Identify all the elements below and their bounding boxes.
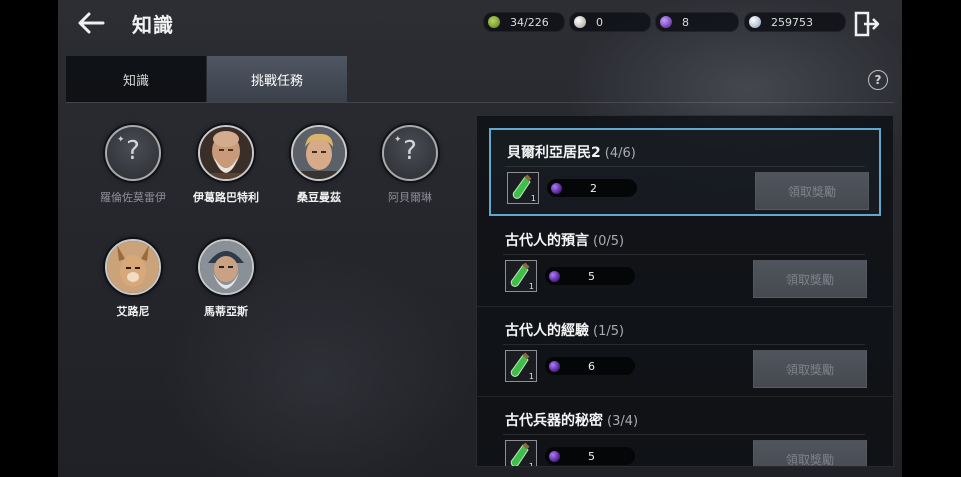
quest-progress: (1/5) [593,324,625,339]
resource-purple-orb: 8 [655,12,739,32]
quest-title: 古代兵器的秘密 (3/4) [505,410,638,430]
exit-button[interactable] [853,10,881,38]
unknown-portrait: ✦ ? [382,125,438,181]
claim-reward-button[interactable]: 領取獎勵 [753,260,867,298]
arrow-left-icon [78,12,105,34]
character-name: 阿貝爾琳 [388,191,432,204]
reward-value: 6 [588,359,595,373]
item-count: 1 [528,282,534,291]
character-slot[interactable]: 艾路尼 [83,239,183,319]
reward-item-slot[interactable]: 1 [505,350,537,382]
exit-door-icon [854,11,880,37]
item-count: 1 [528,372,534,381]
quest-item[interactable]: 古代人的預言 (0/5) 1 5 領取獎勵 [489,218,879,306]
quest-title: 古代人的預言 (0/5) [505,230,624,250]
resource-pearl: 0 [569,12,651,32]
old-wizard-portrait [198,239,254,295]
game-screen: 知識 34/226 0 8 259753 知識 挑戰任務 ? ✦ ? 羅倫佐莫雷… [58,0,902,477]
reward-amount: 2 [547,179,637,197]
purple-orb-icon [660,16,672,28]
quest-divider [477,396,893,397]
reward-item-slot[interactable]: 1 [505,440,537,467]
unknown-portrait: ✦ ? [105,125,161,181]
quest-progress: (0/5) [593,234,625,249]
back-button[interactable] [76,8,106,38]
resource-leaf-token: 34/226 [483,12,565,32]
claim-reward-button[interactable]: 領取獎勵 [753,350,867,388]
character-slot[interactable]: ✦ ? 阿貝爾琳 [360,125,460,205]
divider [503,254,865,255]
quest-title-text: 古代人的預言 [505,233,589,249]
purple-orb-icon [551,182,562,194]
claim-reward-button[interactable]: 領取獎勵 [755,172,869,210]
tab-challenge-quests[interactable]: 挑戰任務 [207,56,347,102]
item-count: 1 [530,194,536,203]
divider [503,434,865,435]
reward-item-slot[interactable]: 1 [507,172,539,204]
tab-divider [66,102,894,103]
quest-title: 貝爾利亞居民2 (4/6) [507,142,636,162]
reward-value: 2 [590,181,597,195]
purple-orb-icon [549,270,560,282]
question-mark-icon: ? [126,136,140,166]
character-name: 伊葛路巴特利 [193,191,259,204]
bald-old-man-portrait [198,125,254,181]
reward-value: 5 [588,269,595,283]
quest-item[interactable]: 古代兵器的秘密 (3/4) 1 5 領取獎勵 [489,398,879,467]
quest-title-text: 古代人的經驗 [505,323,589,339]
resource-value: 0 [596,15,603,29]
quest-item[interactable]: 古代人的經驗 (1/5) 1 6 領取獎勵 [489,308,879,396]
quest-title-text: 貝爾利亞居民2 [507,145,601,161]
purple-orb-icon [549,450,560,462]
resource-value: 34/226 [510,15,549,29]
reward-value: 5 [588,449,595,463]
quest-title-text: 古代兵器的秘密 [505,413,603,429]
character-slot[interactable]: 馬蒂亞斯 [176,239,276,319]
character-slot[interactable]: 桑豆曼茲 [269,125,369,205]
divider [505,166,865,167]
question-mark-icon: ? [403,136,417,166]
quest-progress: (4/6) [604,146,636,161]
blond-man-portrait [291,125,347,181]
claim-reward-button[interactable]: 領取獎勵 [753,440,867,466]
resource-silver-coin: 259753 [744,12,846,32]
quest-item[interactable]: 貝爾利亞居民2 (4/6) 1 2 領取獎勵 [489,128,881,216]
divider [503,344,865,345]
character-name: 桑豆曼茲 [297,191,341,204]
character-name: 馬蒂亞斯 [204,305,248,318]
character-slot[interactable]: ✦ ? 羅倫佐莫雷伊 [83,125,183,205]
quest-list-panel[interactable]: 貝爾利亞居民2 (4/6) 1 2 領取獎勵 古代人的預言 (0/5) 1 5 … [476,115,894,467]
character-name: 羅倫佐莫雷伊 [100,191,166,204]
quest-divider [477,306,893,307]
reward-item-slot[interactable]: 1 [505,260,537,292]
character-slot[interactable]: 伊葛路巴特利 [176,125,276,205]
item-count: 1 [528,462,534,467]
resource-value: 8 [682,15,689,29]
purple-orb-icon [549,360,560,372]
quest-title: 古代人的經驗 (1/5) [505,320,624,340]
pearl-icon [574,16,586,28]
reward-amount: 5 [545,447,635,465]
silver-coin-icon [749,16,761,28]
reward-amount: 6 [545,357,635,375]
character-name: 艾路尼 [116,305,150,318]
help-button[interactable]: ? [868,70,888,90]
quest-progress: (3/4) [607,414,639,429]
reward-amount: 5 [545,267,635,285]
resource-value: 259753 [771,15,813,29]
page-title: 知識 [132,13,174,37]
beastkin-portrait [105,239,161,295]
tab-knowledge[interactable]: 知識 [66,56,206,102]
leaf-token-icon [488,16,500,28]
